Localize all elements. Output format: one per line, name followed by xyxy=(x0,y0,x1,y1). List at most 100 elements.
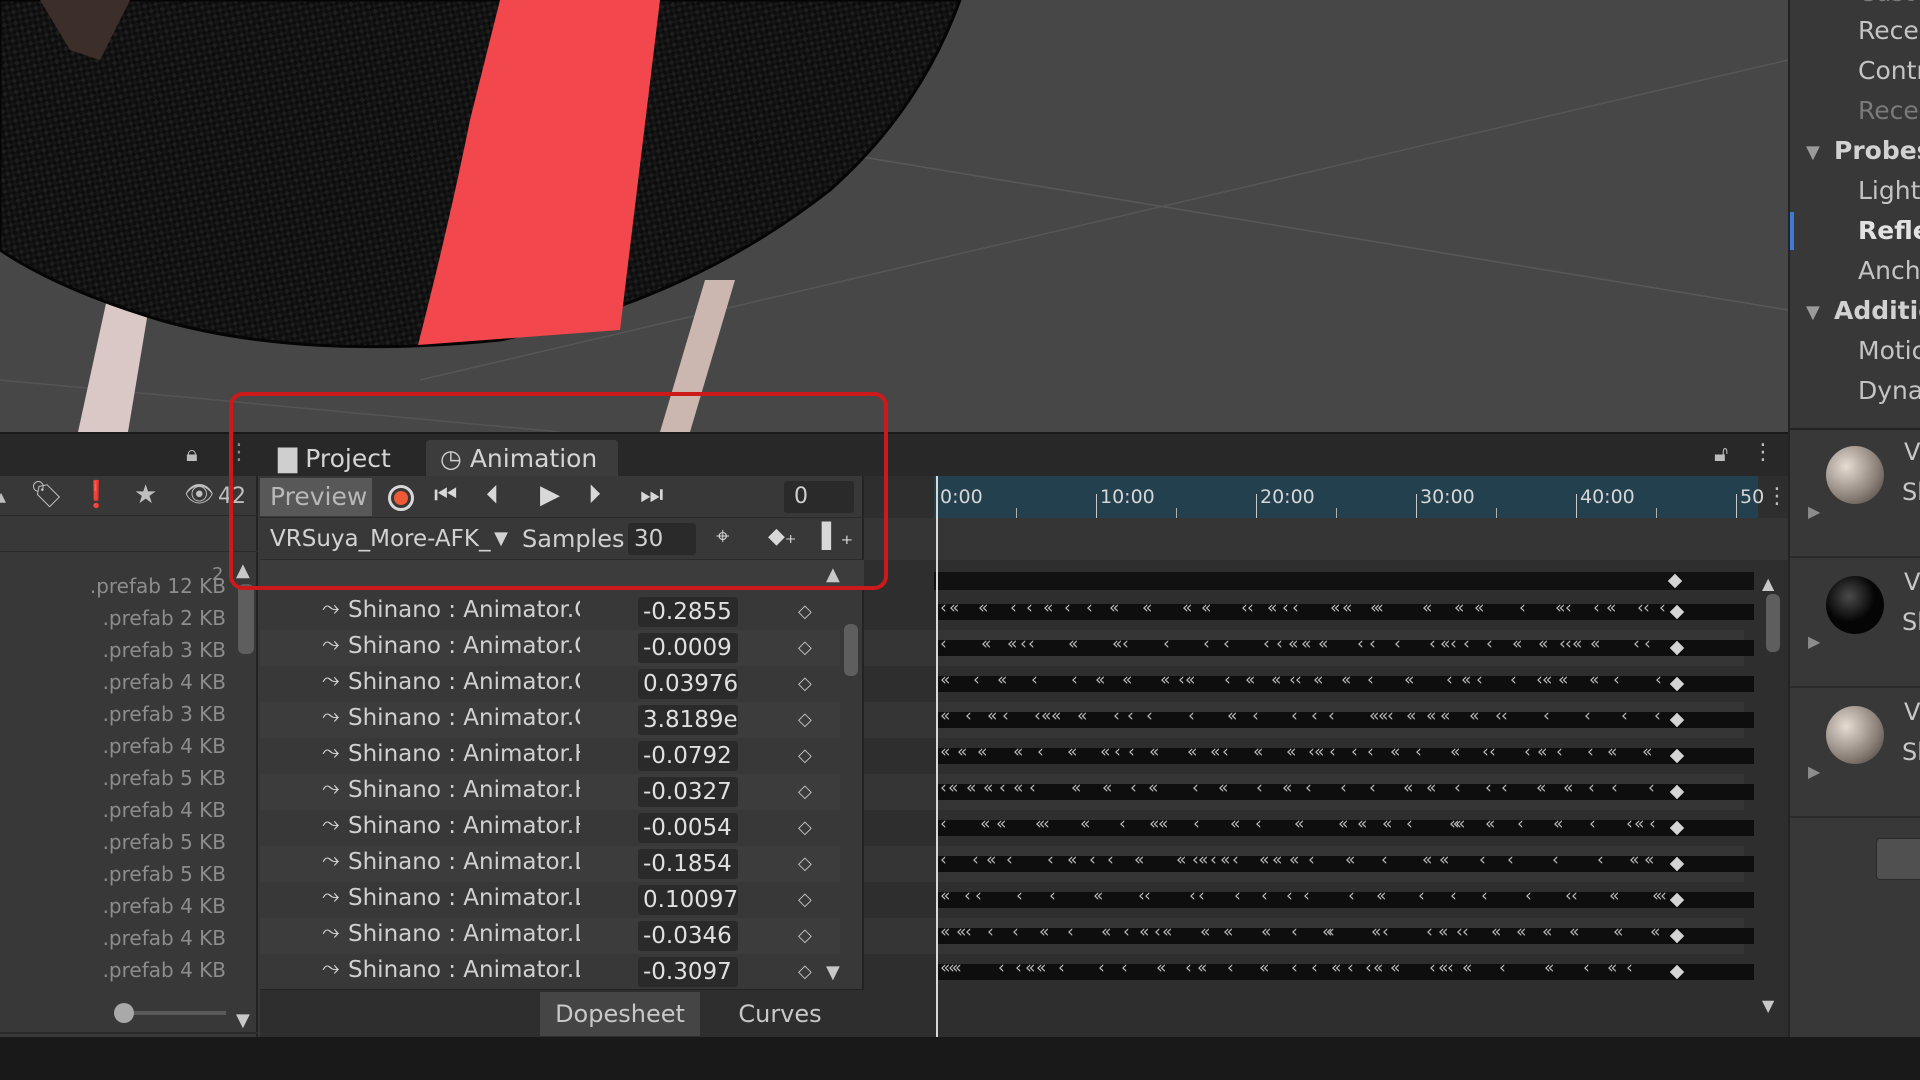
keyframe-marker[interactable]: « xyxy=(1013,742,1023,762)
keyframe-marker[interactable]: « xyxy=(1041,706,1051,726)
keyframe-marker[interactable]: « xyxy=(983,778,993,798)
keyframe-marker[interactable]: « xyxy=(1404,670,1414,690)
keyframe-marker[interactable]: « xyxy=(1039,922,1049,942)
keyframe-marker[interactable]: ‹ xyxy=(1450,634,1457,654)
animated-property-row[interactable]: ⤳ Shinano : Animator.Left A 0.10097 ◇ xyxy=(260,882,840,918)
keyframe-marker[interactable]: « xyxy=(1043,598,1053,618)
keyframe-marker[interactable]: « xyxy=(1469,706,1479,726)
keyframe-marker[interactable]: ‹ xyxy=(1369,778,1376,798)
property-value-field[interactable]: 0.03976 xyxy=(638,669,738,699)
keyframe-marker[interactable]: « xyxy=(1461,670,1471,690)
keyframe-marker[interactable]: « xyxy=(1390,742,1400,762)
project-file-row[interactable]: .prefab 3 KB xyxy=(0,638,230,670)
keyframe-marker[interactable]: « xyxy=(1282,778,1292,798)
keyframe-toggle-icon[interactable]: ◇ xyxy=(798,817,812,838)
keyframe-marker[interactable]: « xyxy=(1198,850,1208,870)
keyframe-marker[interactable]: ‹ xyxy=(1519,598,1526,618)
keyframe-marker[interactable]: ‹ xyxy=(1377,598,1384,618)
keyframe-marker[interactable]: « xyxy=(1210,742,1220,762)
scroll-down-icon[interactable]: ▼ xyxy=(1762,996,1774,1015)
keyframe-marker[interactable]: ‹ xyxy=(1394,634,1401,654)
keyframe-marker[interactable]: ‹ xyxy=(1415,742,1422,762)
keyframe-marker[interactable]: ‹ xyxy=(1525,886,1532,906)
scroll-up-icon[interactable]: ▲ xyxy=(1762,574,1774,593)
keyframe-marker[interactable]: « xyxy=(1101,922,1111,942)
keyframe-marker[interactable]: ‹ xyxy=(1203,634,1210,654)
keyframe-marker[interactable]: « xyxy=(1439,850,1449,870)
keyframe-marker[interactable]: « xyxy=(1357,814,1367,834)
keyframe-marker[interactable]: « xyxy=(1644,850,1654,870)
keyframe-marker[interactable]: ‹ xyxy=(1611,778,1618,798)
keyframe-marker[interactable]: « xyxy=(1162,922,1172,942)
keyframe-marker[interactable]: « xyxy=(1563,778,1573,798)
keyframe-marker[interactable]: ‹ xyxy=(1486,634,1493,654)
time-ruler[interactable]: 0:00 10:00 20:00 30:00 40:00 50 xyxy=(934,476,1764,518)
keyframe-marker[interactable]: « xyxy=(1555,598,1565,618)
scroll-down-icon[interactable]: ▼ xyxy=(236,1010,250,1031)
keyframe-marker[interactable]: « xyxy=(948,778,958,798)
keyframe-marker[interactable]: « xyxy=(1259,958,1269,978)
hidden-eye-icon[interactable]: 👁︎ xyxy=(184,480,214,508)
more-options-icon[interactable]: ⋮ xyxy=(1766,484,1788,509)
keyframe-marker[interactable]: « xyxy=(1390,958,1400,978)
keyframe-marker[interactable]: « xyxy=(1572,634,1582,654)
property-value-field[interactable]: -0.0346 xyxy=(638,921,738,951)
animated-property-row[interactable]: ⤳ Shinano : Animator.Left F -0.3097 ◇ xyxy=(260,954,840,990)
keyframe-marker[interactable]: « xyxy=(1227,706,1237,726)
keyframe-marker[interactable]: « xyxy=(1426,778,1436,798)
keyframe-marker[interactable]: ‹ xyxy=(1234,886,1241,906)
keyframe-marker[interactable]: ‹ xyxy=(1311,706,1318,726)
keyframe-marker[interactable]: ‹ xyxy=(965,706,972,726)
keyframe-marker[interactable]: ‹ xyxy=(1369,634,1376,654)
keyframe-marker[interactable]: ‹ xyxy=(1648,778,1655,798)
keyframe-marker[interactable]: ‹ xyxy=(1347,958,1354,978)
keyframe-marker[interactable]: ‹ xyxy=(1489,742,1496,762)
event-lane[interactable] xyxy=(864,518,1788,560)
keyframe-marker[interactable]: « xyxy=(1371,922,1381,942)
keyframe-marker[interactable]: « xyxy=(1148,778,1158,798)
keyframe-track[interactable]: «‹ ‹ ‹ ‹ «‹ ‹ ‹ ‹ ‹ ‹ ‹ ‹ ‹ «‹ ‹ ‹ ‹ ‹ ‹ ««‹ xyxy=(936,886,1754,908)
keyframe-marker[interactable]: « xyxy=(986,850,996,870)
keyframe-marker[interactable]: « xyxy=(957,742,967,762)
keyframe-marker[interactable]: ‹ xyxy=(998,958,1005,978)
keyframe-marker[interactable]: « xyxy=(1158,814,1168,834)
animated-property-row[interactable]: ⤳ Shinano : Animator.Left A -0.0346 ◇ xyxy=(260,918,840,954)
keyframe-marker[interactable]: « xyxy=(1318,634,1328,654)
keyframe-marker[interactable]: « xyxy=(940,670,950,690)
keyframe-marker[interactable]: ‹ xyxy=(955,958,962,978)
keyframe-marker[interactable]: ‹ xyxy=(1128,742,1135,762)
keyframe-marker[interactable]: ‹ xyxy=(1037,742,1044,762)
keyframe-marker[interactable]: « xyxy=(1272,850,1282,870)
keyframe-marker[interactable]: « xyxy=(1149,742,1159,762)
keyframe-toggle-icon[interactable]: ◇ xyxy=(798,961,812,982)
icon-size-slider-knob[interactable] xyxy=(114,1003,134,1023)
property-value-field[interactable]: -0.3097 xyxy=(638,957,738,987)
keyframe-marker[interactable]: ‹ xyxy=(1098,958,1105,978)
play-icon[interactable]: ▶ xyxy=(1808,502,1820,521)
inspector-item[interactable]: Light xyxy=(1858,176,1920,212)
keyframe-marker[interactable]: ‹ xyxy=(1633,634,1640,654)
keyframe-marker[interactable]: ‹ xyxy=(1113,706,1120,726)
asset-entry[interactable]: V Sh ▶ xyxy=(1790,560,1920,688)
keyframe-toggle-icon[interactable]: ◇ xyxy=(798,853,812,874)
keyframe-marker[interactable]: « xyxy=(1187,742,1197,762)
keyframe-marker[interactable]: ‹ xyxy=(1232,850,1239,870)
keyframe-marker[interactable]: ‹ xyxy=(1593,598,1600,618)
keyframe-marker[interactable]: ‹ xyxy=(1381,850,1388,870)
keyframe-marker[interactable]: ‹ xyxy=(1127,706,1134,726)
inspector-item[interactable]: Recei xyxy=(1858,16,1920,52)
keyframe-marker[interactable]: « xyxy=(1288,634,1298,654)
timeline-vscrollbar-thumb[interactable] xyxy=(1766,594,1780,652)
keyframe-marker[interactable]: « xyxy=(1516,922,1526,942)
keyframe-marker[interactable]: ‹ xyxy=(1031,670,1038,690)
keyframe-marker[interactable]: ‹ xyxy=(1224,670,1231,690)
keyframe-track[interactable]: ««‹ ‹ ‹ ««‹ ‹ ‹ «‹ «‹ «‹ ‹ «‹ ‹ ««‹ «‹ «‹ «‹ «‹ xyxy=(936,958,1754,980)
keyframe-marker[interactable]: ‹ xyxy=(1107,850,1114,870)
keyframe-marker[interactable]: ‹ xyxy=(1597,850,1604,870)
keyframe-marker[interactable]: « xyxy=(1330,598,1340,618)
favorite-star-icon[interactable]: ★ xyxy=(134,480,157,510)
property-value-field[interactable]: -0.0054 xyxy=(638,813,738,843)
keyframe-marker[interactable]: « xyxy=(1068,634,1078,654)
keyframe-marker[interactable]: « xyxy=(1185,670,1195,690)
keyframe-marker[interactable]: ‹ xyxy=(1644,634,1651,654)
